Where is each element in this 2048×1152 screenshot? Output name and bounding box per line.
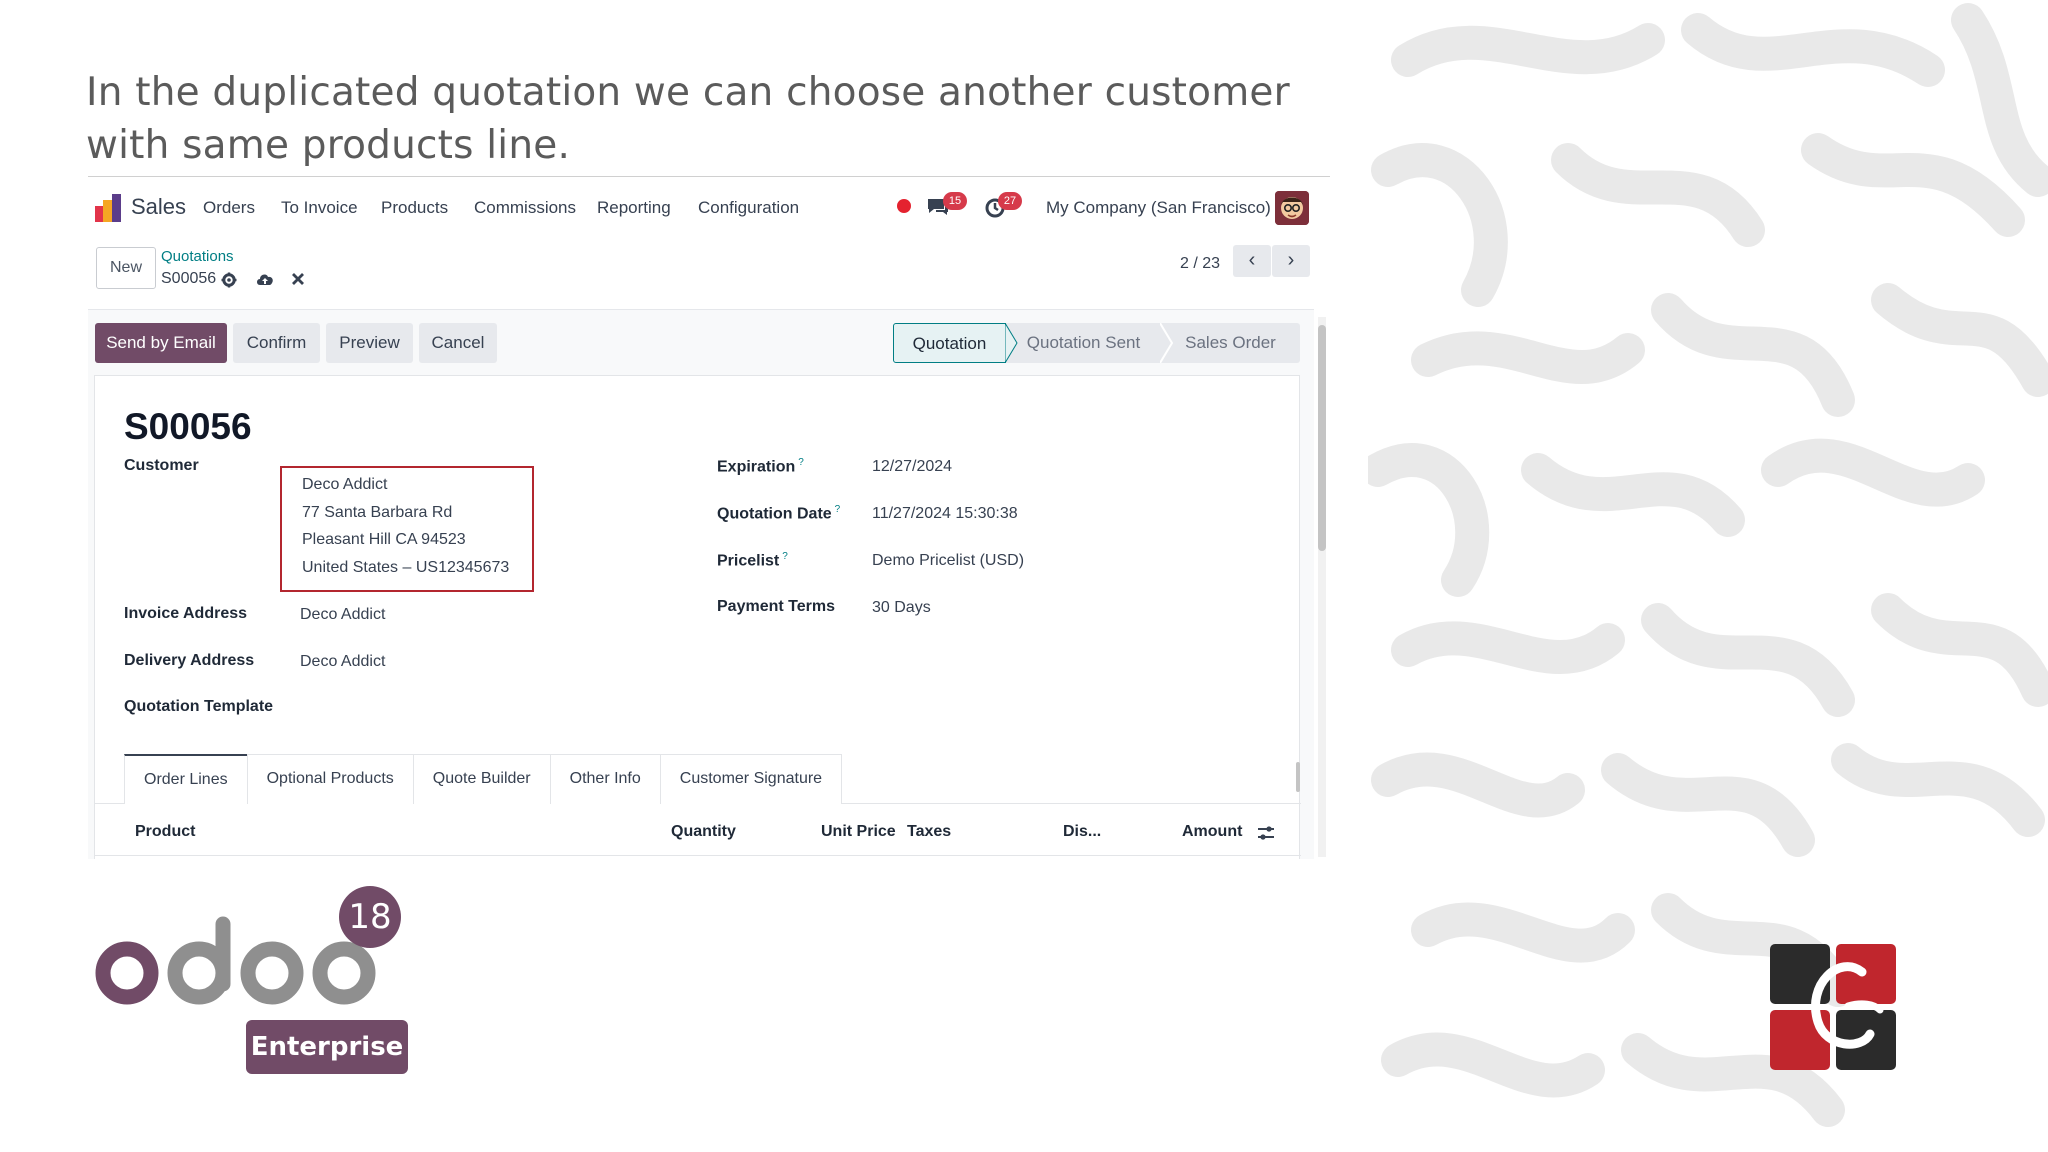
tabs-scrollbar[interactable] (1295, 756, 1301, 802)
breadcrumb-current-record: S00056 (161, 270, 217, 287)
menu-reporting[interactable]: Reporting (597, 198, 671, 218)
tab-optional-products[interactable]: Optional Products (246, 754, 414, 804)
payment-terms-label: Payment Terms (717, 598, 835, 615)
record-title: S00056 (124, 406, 252, 447)
quotation-date-label-text: Quotation Date (717, 505, 832, 523)
help-icon[interactable]: ? (798, 457, 804, 468)
stage-quotation[interactable]: Quotation (893, 323, 1006, 363)
expiration-field[interactable]: 12/27/2024 (872, 458, 952, 476)
status-bar: Quotation Quotation Sent Sales Order (893, 323, 1300, 363)
new-button[interactable]: New (96, 247, 156, 289)
odoo-app-window: Sales Orders To Invoice Products Commiss… (88, 176, 1330, 859)
column-product[interactable]: Product (135, 823, 195, 841)
cloud-upload-icon[interactable] (255, 271, 275, 287)
confirm-button[interactable]: Confirm (233, 323, 320, 363)
column-discount[interactable]: Dis... (1063, 823, 1101, 841)
expiration-label-text: Expiration (717, 458, 796, 476)
customer-country-vat: United States – US12345673 (302, 559, 510, 576)
column-amount[interactable]: Amount (1182, 823, 1242, 841)
notebook-tabs: Order Lines Optional Products Quote Buil… (124, 754, 843, 804)
form-sheet: S00056 Customer Deco Addict 77 Santa Bar… (94, 375, 1301, 859)
discard-close-icon[interactable] (292, 273, 304, 285)
decorative-background (1368, 0, 2048, 1152)
activities-count-badge: 27 (998, 192, 1022, 210)
messages-count-badge: 15 (943, 192, 967, 210)
top-navbar: Sales Orders To Invoice Products Commiss… (88, 177, 1330, 239)
pager-value[interactable]: 2 / 23 (1180, 255, 1220, 273)
tab-other-info[interactable]: Other Info (549, 754, 661, 804)
column-settings-sliders-icon[interactable] (1257, 825, 1275, 841)
brand-logo (1770, 944, 1896, 1070)
help-icon[interactable]: ? (782, 551, 788, 562)
recording-indicator-icon[interactable] (897, 199, 911, 213)
column-unit-price[interactable]: Unit Price (821, 823, 896, 841)
customer-city: Pleasant Hill CA 94523 (302, 531, 466, 548)
quotation-date-label: Quotation Date? (717, 504, 840, 523)
invoice-address-field[interactable]: Deco Addict (300, 606, 385, 624)
menu-commissions[interactable]: Commissions (474, 198, 576, 218)
payment-terms-field[interactable]: 30 Days (872, 599, 931, 617)
columns-divider (95, 855, 1301, 856)
form-scrollbar-thumb[interactable] (1318, 325, 1326, 551)
stage-arrow-icon (1160, 323, 1174, 363)
customer-name: Deco Addict (302, 476, 388, 493)
menu-orders[interactable]: Orders (203, 198, 255, 218)
menu-to-invoice[interactable]: To Invoice (281, 198, 358, 218)
invoice-address-label: Invoice Address (124, 605, 248, 622)
tab-quote-builder[interactable]: Quote Builder (412, 754, 551, 804)
menu-configuration[interactable]: Configuration (698, 198, 799, 218)
stage-quotation-sent[interactable]: Quotation Sent (1006, 323, 1161, 363)
tab-order-lines[interactable]: Order Lines (124, 754, 248, 804)
user-avatar[interactable] (1275, 191, 1309, 225)
cancel-button[interactable]: Cancel (419, 323, 497, 363)
column-quantity[interactable]: Quantity (671, 823, 736, 841)
chevron-right-icon: › (1287, 249, 1295, 271)
help-icon[interactable]: ? (835, 504, 841, 515)
quotation-date-field[interactable]: 11/27/2024 15:30:38 (872, 505, 1018, 523)
breadcrumb-quotations[interactable]: Quotations (161, 248, 234, 265)
chevron-left-icon: ‹ (1248, 249, 1256, 271)
tab-customer-signature[interactable]: Customer Signature (659, 754, 843, 804)
slide-caption: In the duplicated quotation we can choos… (86, 70, 1290, 168)
delivery-address-label: Delivery Address (124, 652, 255, 669)
delivery-address-field[interactable]: Deco Addict (300, 653, 385, 671)
pricelist-label-text: Pricelist (717, 552, 780, 570)
company-switcher[interactable]: My Company (San Francisco) (1046, 198, 1271, 218)
sales-app-icon[interactable] (95, 194, 121, 222)
app-name[interactable]: Sales (131, 194, 186, 220)
stage-arrow-icon (1005, 323, 1018, 363)
column-taxes[interactable]: Taxes (907, 823, 951, 841)
send-by-email-button[interactable]: Send by Email (95, 323, 227, 363)
pricelist-field[interactable]: Demo Pricelist (USD) (872, 552, 1024, 570)
preview-button[interactable]: Preview (326, 323, 413, 363)
menu-products[interactable]: Products (381, 198, 448, 218)
gear-icon[interactable] (221, 272, 237, 288)
quotation-template-label: Quotation Template (124, 698, 274, 715)
customer-label: Customer (124, 457, 199, 474)
pricelist-label: Pricelist? (717, 551, 788, 570)
edition-badge: Enterprise (246, 1020, 408, 1074)
pager-next-button[interactable]: › (1272, 245, 1310, 277)
pager-previous-button[interactable]: ‹ (1233, 245, 1271, 277)
customer-street: 77 Santa Barbara Rd (302, 504, 453, 521)
stage-sales-order[interactable]: Sales Order (1161, 323, 1300, 363)
expiration-label: Expiration? (717, 457, 804, 476)
customer-field-highlight[interactable]: Deco Addict 77 Santa Barbara Rd Pleasant… (280, 466, 534, 592)
version-badge: 18 (339, 886, 401, 948)
